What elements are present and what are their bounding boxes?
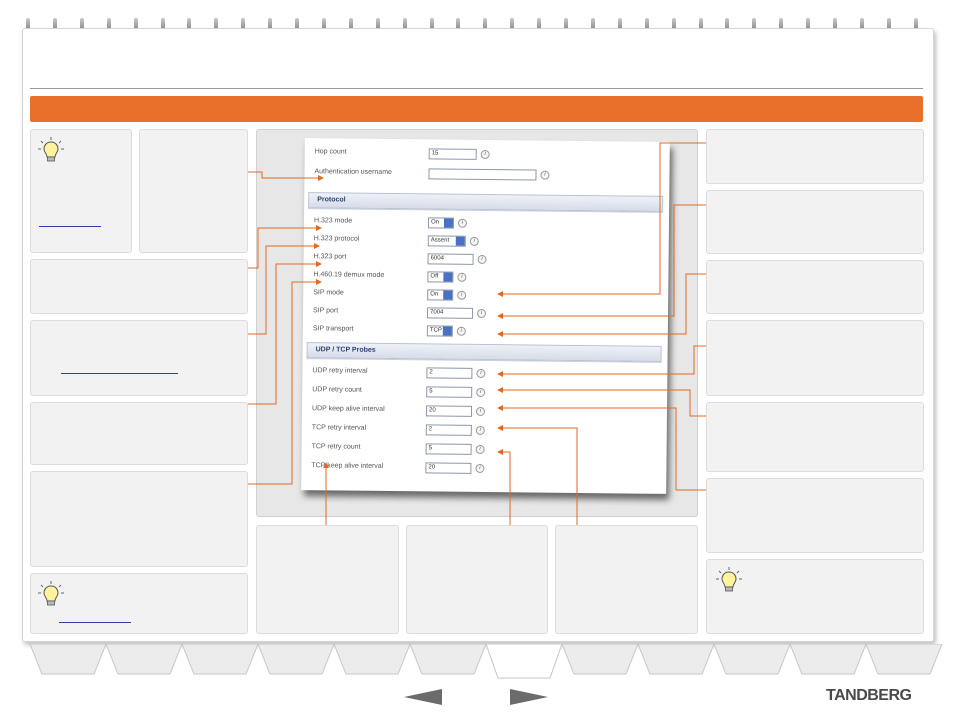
- chapter-tab[interactable]: [256, 644, 336, 682]
- chapter-tab[interactable]: [560, 644, 640, 682]
- chapter-tabs: [28, 644, 943, 686]
- arrow-left-icon[interactable]: [404, 689, 442, 705]
- chapter-tab[interactable]: [788, 644, 868, 682]
- arrow-right-icon[interactable]: [510, 689, 548, 705]
- tandberg-logo: TANDBERG: [826, 687, 912, 704]
- chapter-tab[interactable]: [864, 644, 944, 682]
- chapter-tab[interactable]: [28, 644, 108, 682]
- chapter-tab[interactable]: [332, 644, 412, 682]
- chapter-tab[interactable]: [104, 644, 184, 682]
- chapter-tab[interactable]: [180, 644, 260, 682]
- callout-leader-lines: [248, 142, 706, 525]
- chapter-tab[interactable]: [636, 644, 716, 682]
- chapter-tab[interactable]: [712, 644, 792, 682]
- chapter-tab[interactable]: [408, 644, 488, 682]
- chapter-tab[interactable]: [484, 644, 564, 682]
